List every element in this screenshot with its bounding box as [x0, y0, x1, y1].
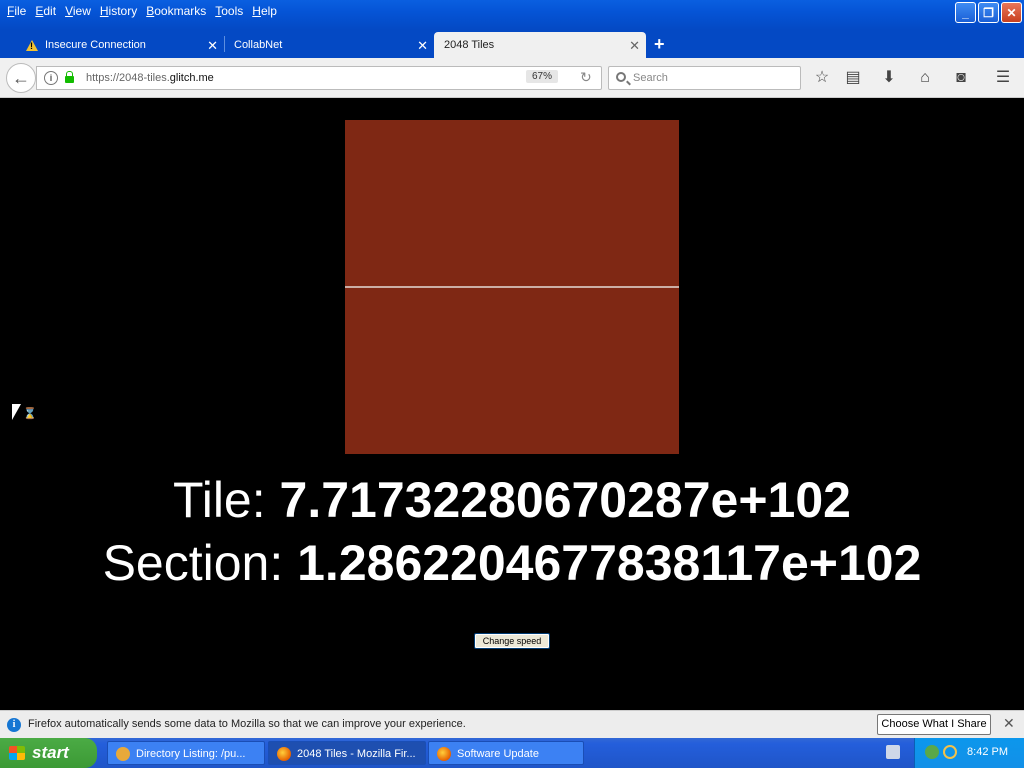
tab-divider — [224, 36, 225, 52]
new-tab-icon[interactable]: + — [654, 34, 665, 55]
mouse-cursor-icon — [12, 404, 21, 420]
search-placeholder: Search — [633, 72, 668, 84]
taskbar-item-software-update[interactable]: Software Update — [428, 741, 584, 765]
notification-text: Firefox automatically sends some data to… — [28, 718, 466, 730]
minimize-button[interactable]: _ — [955, 2, 976, 23]
clock[interactable]: 8:42 PM — [967, 746, 1008, 758]
menu-history[interactable]: History — [97, 4, 143, 18]
hamburger-menu-icon[interactable]: ☰ — [993, 68, 1013, 88]
bookmark-star-icon[interactable]: ☆ — [812, 68, 832, 88]
lock-icon — [65, 71, 74, 83]
system-tray: 8:42 PM — [914, 738, 1024, 768]
reload-icon[interactable]: ↻ — [580, 69, 592, 86]
section-value: 1.2862204677838117e+102 — [297, 535, 922, 591]
tile-stat: Tile: 7.71732280670287e+102 — [0, 471, 1024, 529]
tile-line — [345, 286, 679, 288]
window-controls: _ ❐ ✕ — [955, 2, 1022, 23]
start-button[interactable]: start — [0, 738, 97, 768]
tab-insecure-connection[interactable]: Insecure Connection ✕ — [16, 32, 224, 58]
tab-close-icon[interactable]: ✕ — [417, 38, 428, 54]
menu-edit[interactable]: Edit — [32, 4, 62, 18]
firefox-icon — [437, 747, 451, 761]
menu-tools[interactable]: Tools — [212, 4, 249, 18]
url-text[interactable]: https://2048-tiles.glitch.me — [86, 72, 214, 84]
info-icon[interactable]: i — [44, 71, 58, 85]
back-button[interactable]: ← — [6, 63, 36, 93]
menu-view[interactable]: View — [62, 4, 97, 18]
change-speed-button[interactable]: Change speed — [474, 633, 550, 649]
taskbar-item-firefox[interactable]: 2048 Tiles - Mozilla Fir... — [268, 741, 426, 765]
menu-bar: File Edit View History Bookmarks Tools H… — [0, 0, 283, 22]
notification-bar: i Firefox automatically sends some data … — [0, 710, 1024, 738]
menu-bookmarks[interactable]: Bookmarks — [143, 4, 212, 18]
restore-button[interactable]: ❐ — [978, 2, 999, 23]
bookmarks-library-icon[interactable]: ▤ — [843, 68, 863, 88]
close-window-button[interactable]: ✕ — [1001, 2, 1022, 23]
folder-icon — [116, 747, 130, 761]
taskbar-item-directory-listing[interactable]: Directory Listing: /pu... — [107, 741, 265, 765]
home-icon[interactable]: ⌂ — [915, 68, 935, 88]
tab-strip: Insecure Connection ✕ CollabNet ✕ 2048 T… — [0, 30, 1024, 58]
tile-value: 7.71732280670287e+102 — [279, 472, 851, 528]
tab-2048-tiles[interactable]: 2048 Tiles ✕ — [434, 32, 646, 58]
search-icon — [616, 72, 626, 82]
tab-close-icon[interactable]: ✕ — [629, 38, 640, 54]
tab-label: 2048 Tiles — [444, 39, 495, 51]
game-canvas[interactable] — [345, 120, 679, 454]
keyboard-icon[interactable] — [886, 745, 900, 759]
info-icon: i — [7, 718, 21, 732]
page-content: Tile: 7.71732280670287e+102 Section: 1.2… — [0, 98, 1024, 710]
window-title-bar: File Edit View History Bookmarks Tools H… — [0, 0, 1024, 30]
network-icon[interactable] — [925, 745, 939, 759]
url-bar[interactable]: i https://2048-tiles.glitch.me 67% ↻ — [36, 66, 602, 90]
tab-close-icon[interactable]: ✕ — [207, 38, 218, 54]
warning-icon — [26, 39, 38, 51]
menu-help[interactable]: Help — [249, 4, 283, 18]
search-input[interactable]: Search — [608, 66, 801, 90]
hourglass-icon: ⌛ — [23, 408, 37, 420]
section-label: Section: — [102, 535, 298, 591]
menu-file[interactable]: File — [4, 4, 32, 18]
download-icon[interactable]: ⬇ — [879, 68, 899, 88]
tab-collabnet[interactable]: CollabNet ✕ — [224, 32, 434, 58]
windows-logo-icon — [9, 746, 25, 760]
navigation-toolbar: i https://2048-tiles.glitch.me 67% ↻ ← S… — [0, 58, 1024, 98]
taskbar: start Directory Listing: /pu... 2048 Til… — [0, 738, 1024, 768]
start-label: start — [32, 743, 69, 762]
tile-label: Tile: — [173, 472, 280, 528]
zoom-indicator[interactable]: 67% — [526, 70, 559, 83]
close-icon[interactable]: ✕ — [1003, 715, 1015, 732]
pocket-icon[interactable]: ◙ — [951, 68, 971, 88]
section-stat: Section: 1.2862204677838117e+102 — [0, 534, 1024, 592]
choose-what-i-share-button[interactable]: Choose What I Share — [877, 714, 991, 735]
search-tray-icon[interactable] — [943, 745, 957, 759]
tab-label: Insecure Connection — [45, 39, 146, 51]
firefox-icon — [277, 747, 291, 761]
tab-label: CollabNet — [234, 39, 283, 51]
